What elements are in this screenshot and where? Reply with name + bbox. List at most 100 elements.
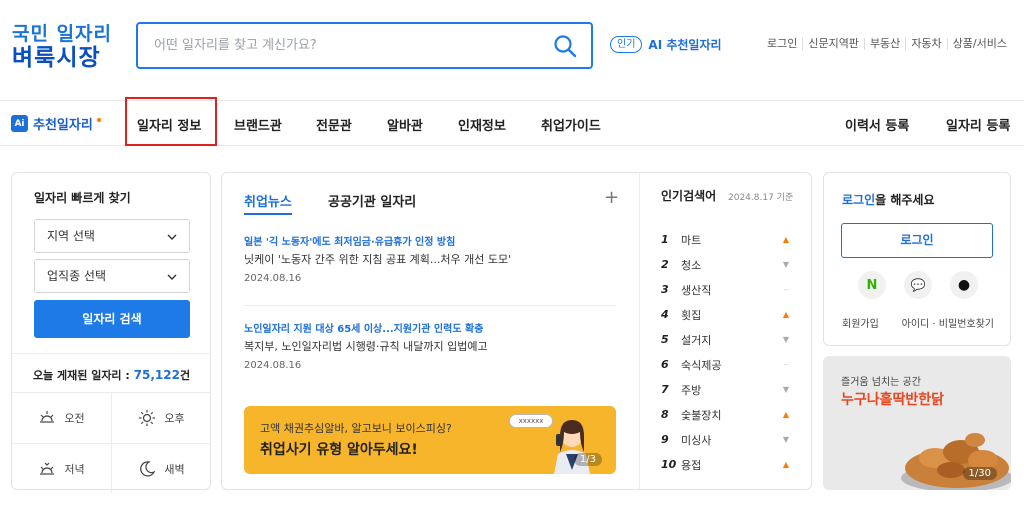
time-evening-label: 저녁 bbox=[64, 463, 85, 476]
util-link-login[interactable]: 로그인 bbox=[762, 38, 802, 50]
popular-keyword-item[interactable]: 2 청소 ▼ bbox=[661, 252, 791, 277]
util-link-car[interactable]: 자동차 bbox=[905, 38, 946, 50]
logo-line1: 국민 일자리 bbox=[12, 23, 113, 45]
popular-keyword-item[interactable]: 10 용접 ▲ bbox=[661, 452, 791, 477]
trend-up-icon: ▲ bbox=[782, 410, 790, 419]
util-link-goods[interactable]: 상품/서비스 bbox=[946, 38, 1012, 50]
promo-pagination[interactable]: 1/30 bbox=[962, 467, 997, 480]
ai-recommend-label: AI 추천일자리 bbox=[648, 38, 722, 52]
rank-number: 10 bbox=[661, 458, 677, 471]
region-select[interactable]: 지역 선택 bbox=[34, 219, 190, 253]
nav-talent[interactable]: 인재정보 bbox=[458, 115, 506, 134]
promo-banner[interactable]: 즐거움 넘치는 공간 누구나홀딱반한닭 1/30 bbox=[823, 356, 1011, 490]
ai-recommend-link[interactable]: 인기 AI 추천일자리 bbox=[610, 36, 722, 53]
find-account-link[interactable]: 아이디 · 비밀번호찾기 bbox=[902, 315, 994, 330]
news-summary: 복지부, 노인일자리법 시행령·규칙 내달까지 입법예고 bbox=[244, 340, 488, 353]
trend-down-icon: ▼ bbox=[782, 435, 790, 444]
rank-number: 9 bbox=[661, 433, 669, 446]
rank-keyword: 미싱사 bbox=[681, 433, 712, 447]
rank-keyword: 횟집 bbox=[681, 308, 702, 322]
apple-login-icon[interactable]: ● bbox=[950, 271, 978, 299]
more-plus-icon[interactable]: + bbox=[604, 187, 619, 208]
banner-pagination[interactable]: 1/3 bbox=[573, 453, 602, 466]
trend-down-icon: ▼ bbox=[782, 335, 790, 344]
util-link-newspaper[interactable]: 신문지역판 bbox=[802, 38, 864, 50]
rank-keyword: 마트 bbox=[681, 233, 702, 247]
time-morning[interactable]: 오전 bbox=[12, 393, 111, 443]
rank-number: 7 bbox=[661, 383, 669, 396]
rank-number: 3 bbox=[661, 283, 669, 296]
rank-keyword: 숯불장치 bbox=[681, 408, 722, 422]
login-links: 회원가입 아이디 · 비밀번호찾기 bbox=[842, 315, 994, 330]
ai-icon: Ai bbox=[11, 115, 28, 132]
popular-keyword-item[interactable]: 7 주방 ▼ bbox=[661, 377, 791, 402]
join-link[interactable]: 회원가입 bbox=[842, 315, 879, 330]
trend-up-icon: ▲ bbox=[782, 460, 790, 469]
divider bbox=[244, 305, 616, 306]
nav-job-register[interactable]: 일자리 등록 bbox=[946, 115, 1010, 134]
search-box bbox=[136, 22, 593, 69]
trend-same-icon: – bbox=[784, 360, 788, 369]
chevron-down-icon bbox=[167, 274, 177, 280]
sunrise-icon bbox=[40, 411, 55, 423]
nav-guide[interactable]: 취업가이드 bbox=[541, 115, 601, 134]
search-icon[interactable] bbox=[553, 34, 577, 58]
nav-ai-recommend[interactable]: Ai 추천일자리 bbox=[11, 114, 101, 133]
popular-keyword-item[interactable]: 8 숯불장치 ▲ bbox=[661, 402, 791, 427]
trend-up-icon: ▲ bbox=[782, 235, 790, 244]
new-dot-icon bbox=[96, 117, 101, 122]
rank-keyword: 용접 bbox=[681, 458, 702, 472]
rank-keyword: 숙식제공 bbox=[681, 358, 722, 372]
naver-login-icon[interactable]: N bbox=[858, 271, 886, 299]
rank-keyword: 설거지 bbox=[681, 333, 712, 347]
rank-number: 4 bbox=[661, 308, 669, 321]
tab-job-news[interactable]: 취업뉴스 bbox=[244, 191, 292, 210]
trend-down-icon: ▼ bbox=[782, 385, 790, 394]
login-prompt-rest: 을 해주세요 bbox=[875, 193, 935, 207]
job-search-button[interactable]: 일자리 검색 bbox=[34, 300, 190, 338]
region-select-label: 지역 선택 bbox=[47, 229, 95, 243]
nav-special[interactable]: 전문관 bbox=[316, 115, 352, 134]
promo-title: 누구나홀딱반한닭 bbox=[841, 392, 945, 408]
popular-keyword-item[interactable]: 1 마트 ▲ bbox=[661, 227, 791, 252]
login-button[interactable]: 로그인 bbox=[841, 223, 993, 258]
time-dawn-label: 새벽 bbox=[164, 463, 185, 476]
login-prompt: 로그인을 해주세요 bbox=[842, 191, 935, 208]
nav-alba[interactable]: 알바관 bbox=[387, 115, 423, 134]
popular-keyword-item[interactable]: 4 횟집 ▲ bbox=[661, 302, 791, 327]
rank-number: 8 bbox=[661, 408, 669, 421]
popular-keyword-item[interactable]: 6 숙식제공 – bbox=[661, 352, 791, 377]
popular-keyword-item[interactable]: 3 생산직 – bbox=[661, 277, 791, 302]
today-unit: 건 bbox=[179, 369, 191, 382]
tab-public-jobs[interactable]: 공공기관 일자리 bbox=[328, 191, 416, 210]
popular-keywords-date: 2024.8.17 기준 bbox=[728, 193, 794, 203]
site-logo[interactable]: 국민 일자리 벼룩시장 bbox=[12, 22, 112, 70]
trend-down-icon: ▼ bbox=[782, 260, 790, 269]
job-type-select[interactable]: 업직종 선택 bbox=[34, 259, 190, 293]
popular-badge: 인기 bbox=[610, 36, 643, 53]
time-dawn[interactable]: 새벽 bbox=[112, 444, 211, 494]
quick-search-title: 일자리 빠르게 찾기 bbox=[34, 191, 131, 205]
rank-keyword: 주방 bbox=[681, 383, 702, 397]
fraud-warning-banner[interactable]: 고액 채권추심알바, 알고보니 보이스피싱? 취업사기 유형 알아두세요! xx… bbox=[244, 406, 616, 474]
news-date: 2024.08.16 bbox=[244, 360, 302, 371]
nav-ai-label: 추천일자리 bbox=[33, 118, 93, 133]
time-evening[interactable]: 저녁 bbox=[12, 444, 111, 494]
news-item[interactable]: 일본 '긱 노동자'에도 최저임금·유급휴가 인정 방침 닛케이 '노동자 간주… bbox=[244, 235, 616, 289]
time-afternoon[interactable]: 오후 bbox=[112, 393, 211, 443]
news-headline: 일본 '긱 노동자'에도 최저임금·유급휴가 인정 방침 bbox=[244, 237, 456, 248]
kakao-login-icon[interactable]: 💬 bbox=[904, 271, 932, 299]
news-item[interactable]: 노인일자리 지원 대상 65세 이상...지원기관 인력도 확충 복지부, 노인… bbox=[244, 322, 616, 376]
popular-keyword-item[interactable]: 9 미싱사 ▼ bbox=[661, 427, 791, 452]
news-headline: 노인일자리 지원 대상 65세 이상...지원기관 인력도 확충 bbox=[244, 324, 484, 335]
nav-brand[interactable]: 브랜드관 bbox=[234, 115, 282, 134]
popular-keyword-item[interactable]: 5 설거지 ▼ bbox=[661, 327, 791, 352]
rank-number: 1 bbox=[661, 233, 669, 246]
util-link-realestate[interactable]: 부동산 bbox=[863, 38, 905, 50]
sunset-icon bbox=[40, 462, 55, 475]
search-input[interactable] bbox=[154, 24, 554, 67]
utility-links: 로그인 신문지역판 부동산 자동차 상품/서비스 bbox=[762, 38, 1012, 50]
nav-resume-register[interactable]: 이력서 등록 bbox=[845, 115, 909, 134]
news-date: 2024.08.16 bbox=[244, 273, 302, 284]
time-morning-label: 오전 bbox=[64, 412, 85, 425]
